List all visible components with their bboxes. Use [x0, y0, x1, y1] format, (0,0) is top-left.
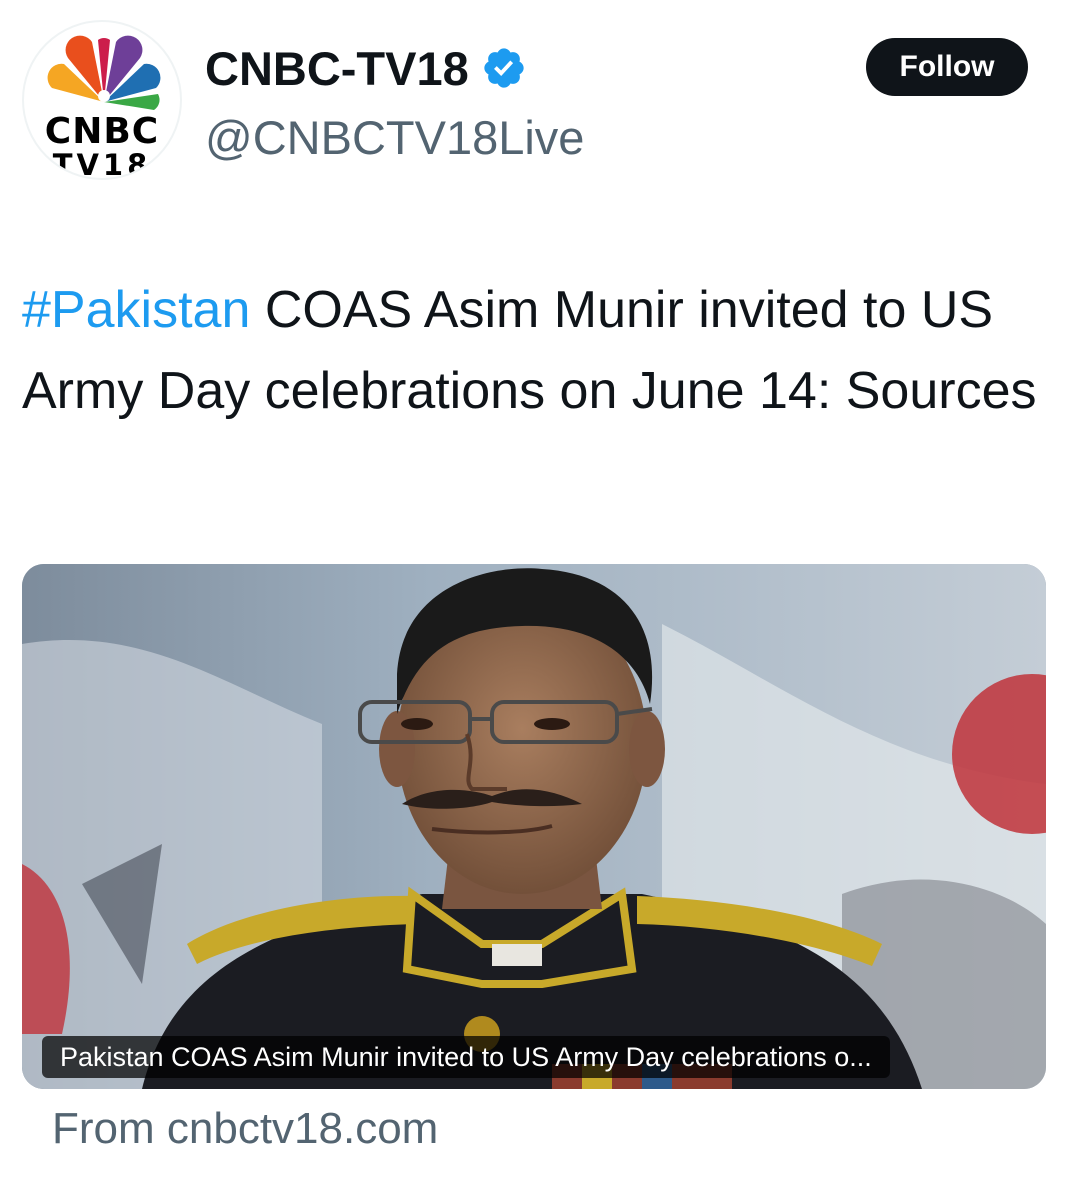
user-handle[interactable]: @CNBCTV18Live	[205, 110, 584, 165]
logo-text-cnbc: CNBC	[44, 111, 160, 152]
hashtag-link[interactable]: #Pakistan	[22, 281, 250, 339]
link-preview-card[interactable]: Pakistan COAS Asim Munir invited to US A…	[22, 564, 1046, 1089]
verified-badge-icon	[484, 48, 524, 88]
card-source-link[interactable]: From cnbctv18.com	[52, 1104, 438, 1154]
author-name-row: CNBC-TV18	[205, 40, 527, 96]
avatar[interactable]: CNBC TV18	[22, 20, 182, 180]
display-name[interactable]: CNBC-TV18	[205, 41, 469, 96]
tweet-text: #Pakistan COAS Asim Munir invited to US …	[22, 270, 1042, 432]
follow-button[interactable]: Follow	[866, 38, 1028, 96]
card-caption: Pakistan COAS Asim Munir invited to US A…	[42, 1036, 890, 1078]
logo-text-tv18: TV18	[52, 148, 152, 180]
article-photo	[22, 564, 1046, 1089]
